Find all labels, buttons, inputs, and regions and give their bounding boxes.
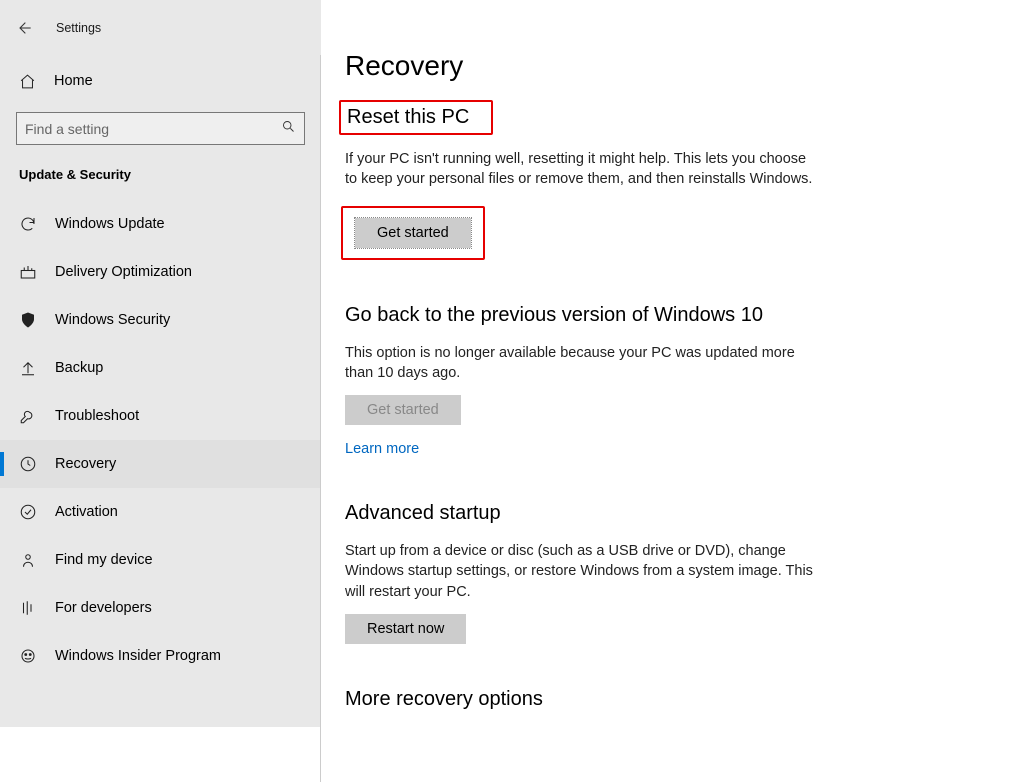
sidebar-item-label: Activation — [55, 504, 118, 520]
restart-now-button[interactable]: Restart now — [345, 614, 466, 644]
main-content: Recovery Reset this PC If your PC isn't … — [321, 0, 1030, 727]
insider-icon — [19, 647, 37, 665]
search-input[interactable] — [25, 121, 281, 137]
section-body: This option is no longer available becau… — [345, 343, 815, 384]
troubleshoot-icon — [19, 407, 37, 425]
section-reset-this-pc: Reset this PC If your PC isn't running w… — [345, 104, 815, 260]
highlight-annotation: Reset this PC — [339, 100, 493, 135]
sidebar-item-label: Backup — [55, 360, 103, 376]
delivery-icon — [19, 263, 37, 281]
sidebar-item-backup[interactable]: Backup — [0, 344, 321, 392]
home-label: Home — [54, 73, 93, 89]
section-body: If your PC isn't running well, resetting… — [345, 149, 815, 190]
sidebar-item-find-my-device[interactable]: Find my device — [0, 536, 321, 584]
sidebar-item-recovery[interactable]: Recovery — [0, 440, 321, 488]
section-go-back: Go back to the previous version of Windo… — [345, 304, 815, 459]
get-started-button-disabled: Get started — [345, 395, 461, 425]
section-heading: More recovery options — [345, 688, 815, 711]
sidebar-item-label: Delivery Optimization — [55, 264, 192, 280]
section-more-recovery-options: More recovery options — [345, 688, 815, 711]
section-heading: Go back to the previous version of Windo… — [345, 304, 815, 327]
sidebar-item-label: Windows Security — [55, 312, 170, 328]
section-heading: Advanced startup — [345, 502, 815, 525]
sidebar-item-label: Windows Insider Program — [55, 648, 221, 664]
sidebar-item-label: Find my device — [55, 552, 153, 568]
sidebar-item-label: For developers — [55, 600, 152, 616]
sidebar-item-activation[interactable]: Activation — [0, 488, 321, 536]
highlight-annotation: Get started — [341, 206, 485, 260]
sidebar-item-home[interactable]: Home — [0, 60, 321, 96]
app-label: Settings — [56, 21, 101, 35]
sidebar-item-windows-update[interactable]: Windows Update — [0, 200, 321, 248]
home-icon — [19, 73, 36, 90]
backup-icon — [19, 359, 37, 377]
sidebar-item-label: Recovery — [55, 456, 116, 472]
sidebar-item-label: Windows Update — [55, 216, 165, 232]
shield-icon — [19, 311, 37, 329]
sidebar-nav: Windows Update Delivery Optimization — [0, 200, 321, 680]
learn-more-link[interactable]: Learn more — [345, 441, 419, 457]
section-heading: Reset this PC — [347, 106, 469, 129]
section-body: Start up from a device or disc (such as … — [345, 541, 815, 602]
sidebar-item-delivery-optimization[interactable]: Delivery Optimization — [0, 248, 321, 296]
back-arrow-icon[interactable] — [16, 20, 32, 36]
sidebar-item-windows-insider-program[interactable]: Windows Insider Program — [0, 632, 321, 680]
sidebar: Settings Home Update & Security — [0, 0, 321, 727]
recovery-icon — [19, 455, 37, 473]
sidebar-item-windows-security[interactable]: Windows Security — [0, 296, 321, 344]
activation-icon — [19, 503, 37, 521]
developers-icon — [19, 599, 37, 617]
find-device-icon — [19, 551, 37, 569]
search-box[interactable] — [16, 112, 305, 145]
get-started-button[interactable]: Get started — [355, 218, 471, 248]
sidebar-item-label: Troubleshoot — [55, 408, 139, 424]
refresh-icon — [19, 215, 37, 233]
search-icon — [281, 119, 296, 139]
sidebar-category: Update & Security — [0, 145, 321, 190]
section-advanced-startup: Advanced startup Start up from a device … — [345, 502, 815, 644]
sidebar-item-troubleshoot[interactable]: Troubleshoot — [0, 392, 321, 440]
page-title: Recovery — [345, 50, 990, 82]
sidebar-item-for-developers[interactable]: For developers — [0, 584, 321, 632]
